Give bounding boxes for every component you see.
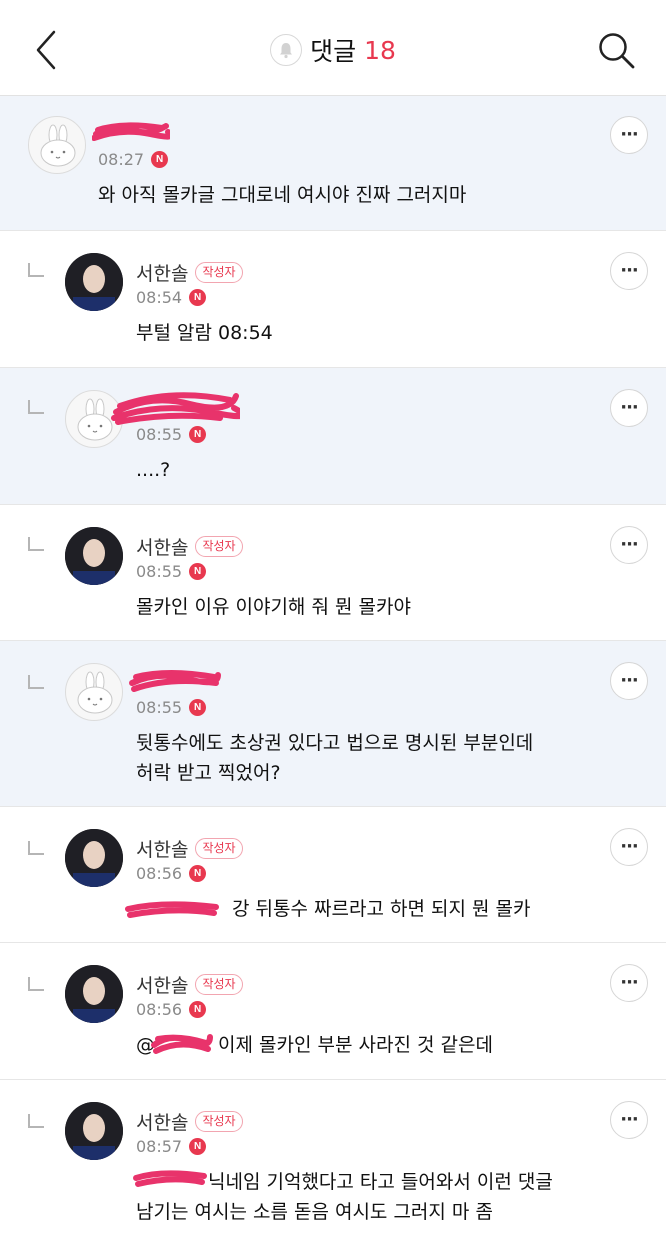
rabbit-avatar-icon — [77, 671, 113, 714]
new-badge: N — [189, 864, 207, 882]
ellipsis-icon: ··· — [620, 124, 638, 145]
top-bar: 댓글 18 — [0, 0, 666, 96]
author-name: 서한솔 — [136, 262, 189, 285]
comment-time: 08:54 — [136, 287, 183, 307]
profile-photo — [65, 527, 123, 585]
avatar — [28, 116, 86, 174]
comment-time: 08:55 — [136, 697, 183, 717]
new-badge: N — [189, 1000, 207, 1018]
reply-item: 서한솔 작성자 08:56 N 강 뒤통수 짜르라고 하면 되지 뭔 몰카 ··… — [0, 807, 666, 943]
comment-text: 강 뒤통수 짜르라고 하면 되지 뭔 몰카 — [232, 898, 531, 920]
comment-time: 08:56 — [136, 999, 183, 1019]
reply-arrow-icon — [28, 263, 44, 277]
reply-item: 08:55 N 뒷통수에도 초상권 있다고 법으로 명시된 부분인데 허락 받고… — [0, 641, 666, 807]
author-badge: 작성자 — [195, 1110, 243, 1132]
profile-photo — [65, 965, 123, 1023]
author-name: 서한솔 — [136, 536, 189, 559]
bell-icon — [280, 43, 293, 59]
comment-text-line2: 남기는 여시는 소름 돋음 여시도 그러지 마 좀 — [136, 1201, 493, 1223]
redaction-scribble — [151, 1034, 213, 1054]
comment-text: 이제 몰카인 부분 사라진 것 같은데 — [218, 1034, 493, 1056]
comment-time: 08:55 — [136, 561, 183, 581]
reply-item: 서한솔 작성자 08:56 N @ 이제 몰카인 부분 사라진 것 같은데 ··… — [0, 943, 666, 1080]
author-name: 서한솔 — [136, 1111, 189, 1134]
author-badge: 작성자 — [195, 535, 243, 557]
avatar — [65, 1102, 123, 1160]
comment-time: 08:56 — [136, 863, 183, 883]
author-badge: 작성자 — [195, 837, 243, 859]
rabbit-avatar-icon — [40, 124, 76, 167]
avatar — [65, 527, 123, 585]
more-options-button[interactable]: ··· — [610, 389, 648, 427]
comment-text: 몰카인 이유 이야기해 줘 뭔 몰카야 — [136, 596, 411, 618]
redaction-scribble — [125, 901, 219, 918]
ellipsis-icon: ··· — [620, 260, 638, 281]
reply-item: 서한솔 작성자 08:54 N 부털 알람 08:54 ··· — [0, 231, 666, 368]
more-options-button[interactable]: ··· — [610, 1101, 648, 1139]
profile-photo — [65, 1102, 123, 1160]
ellipsis-icon: ··· — [620, 972, 638, 993]
comment-text: 뒷통수에도 초상권 있다고 법으로 명시된 부분인데 — [136, 732, 534, 754]
more-options-button[interactable]: ··· — [610, 526, 648, 564]
new-badge: N — [189, 425, 207, 443]
more-options-button[interactable]: ··· — [610, 252, 648, 290]
author-name: 서한솔 — [136, 974, 189, 997]
more-options-button[interactable]: ··· — [610, 662, 648, 700]
author-name: 서한솔 — [136, 838, 189, 861]
search-button[interactable] — [596, 30, 638, 72]
avatar — [65, 253, 123, 311]
comment-text: ....? — [136, 459, 171, 481]
comment-text: 부털 알람 08:54 — [136, 322, 273, 344]
comment-time: 08:57 — [136, 1136, 183, 1156]
avatar — [65, 663, 123, 721]
reply-arrow-icon — [28, 400, 44, 414]
comment-text: 와 아직 몰카글 그대로네 여시야 진짜 그러지마 — [98, 184, 467, 206]
comment-time: 08:27 — [98, 149, 145, 169]
more-options-button[interactable]: ··· — [610, 964, 648, 1002]
comment-count: 18 — [364, 35, 396, 65]
reply-item: 서한솔 작성자 08:55 N 몰카인 이유 이야기해 줘 뭔 몰카야 ··· — [0, 505, 666, 641]
new-badge: N — [189, 698, 207, 716]
redaction-scribble — [92, 122, 170, 141]
new-badge: N — [189, 288, 207, 306]
avatar — [65, 829, 123, 887]
comment-text: 닉네임 기억했다고 타고 들어와서 이런 댓글 — [208, 1171, 553, 1193]
page-title: 댓글 — [310, 37, 357, 66]
comment-time: 08:55 — [136, 424, 183, 444]
author-badge: 작성자 — [195, 261, 243, 283]
comment-item: 08:27 N 와 아직 몰카글 그대로네 여시야 진짜 그러지마 ··· — [0, 96, 666, 231]
reply-arrow-icon — [28, 977, 44, 991]
reply-arrow-icon — [28, 537, 44, 551]
reply-arrow-icon — [28, 1114, 44, 1128]
page-title-group: 댓글 18 — [0, 28, 666, 72]
ellipsis-icon: ··· — [620, 836, 638, 857]
redaction-scribble — [129, 670, 221, 692]
ellipsis-icon: ··· — [620, 1109, 638, 1130]
profile-photo — [65, 829, 123, 887]
search-icon — [599, 33, 635, 69]
reply-item: 08:55 N ....? ··· — [0, 368, 666, 505]
profile-photo — [65, 253, 123, 311]
comment-text-line2: 허락 받고 찍었어? — [136, 762, 281, 784]
notification-toggle[interactable] — [270, 34, 303, 66]
reply-arrow-icon — [28, 841, 44, 855]
ellipsis-icon: ··· — [620, 534, 638, 555]
ellipsis-icon: ··· — [620, 670, 638, 691]
reply-item: 서한솔 작성자 08:57 N 닉네임 기억했다고 타고 들어와서 이런 댓글 … — [0, 1080, 666, 1245]
new-badge: N — [189, 1137, 207, 1155]
ellipsis-icon: ··· — [620, 397, 638, 418]
avatar — [65, 965, 123, 1023]
redaction-scribble — [133, 1170, 207, 1187]
more-options-button[interactable]: ··· — [610, 116, 648, 154]
reply-arrow-icon — [28, 675, 44, 689]
more-options-button[interactable]: ··· — [610, 828, 648, 866]
author-badge: 작성자 — [195, 973, 243, 995]
new-badge: N — [151, 150, 169, 168]
new-badge: N — [189, 562, 207, 580]
